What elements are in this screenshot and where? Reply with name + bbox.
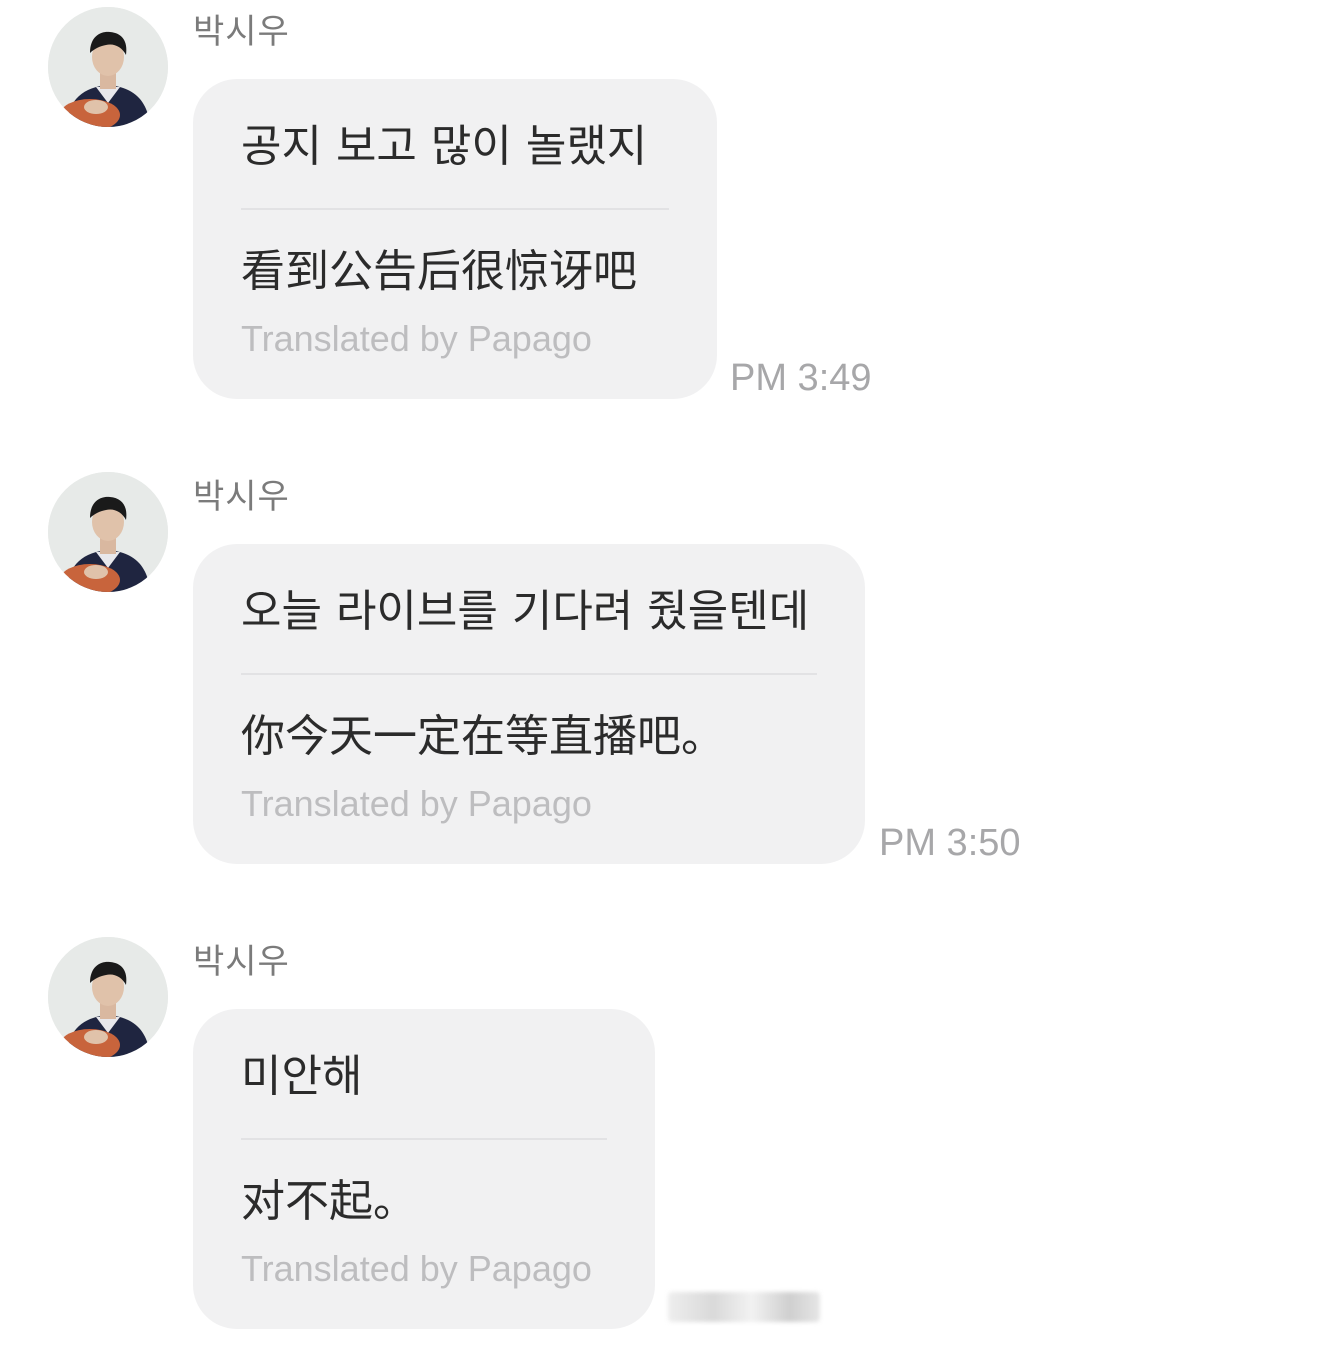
divider [241, 1138, 607, 1140]
original-text: 미안해 [241, 1051, 363, 1102]
divider [241, 208, 669, 210]
timestamp: PM 3:50 [879, 822, 1021, 864]
sender-name: 박시우 [193, 477, 290, 517]
translated-text: 对不起。 [241, 1176, 417, 1227]
translation-credit: Translated by Papago [241, 783, 592, 824]
message-bubble[interactable]: 공지 보고 많이 놀랬지 看到公告后很惊讶吧 Translated by Pap… [193, 79, 717, 399]
sender-name: 박시우 [193, 942, 290, 982]
profile-photo-icon [48, 937, 168, 1057]
translated-text: 看到公告后很惊讶吧 [241, 246, 637, 297]
avatar[interactable] [48, 7, 168, 127]
sender-name: 박시우 [193, 12, 290, 52]
translated-text: 你今天一定在等直播吧。 [241, 711, 725, 762]
message-bubble[interactable]: 오늘 라이브를 기다려 줬을텐데 你今天一定在等直播吧。 Translated … [193, 544, 865, 864]
timestamp: PM 3:49 [730, 357, 872, 399]
avatar[interactable] [48, 937, 168, 1057]
original-text: 오늘 라이브를 기다려 줬을텐데 [241, 586, 810, 637]
translation-credit: Translated by Papago [241, 318, 592, 359]
blurred-timestamp [668, 1292, 820, 1322]
translation-credit: Translated by Papago [241, 1248, 592, 1289]
profile-photo-icon [48, 7, 168, 127]
original-text: 공지 보고 많이 놀랬지 [241, 121, 648, 172]
message-bubble[interactable]: 미안해 对不起。 Translated by Papago [193, 1009, 655, 1329]
avatar[interactable] [48, 472, 168, 592]
divider [241, 673, 817, 675]
profile-photo-icon [48, 472, 168, 592]
